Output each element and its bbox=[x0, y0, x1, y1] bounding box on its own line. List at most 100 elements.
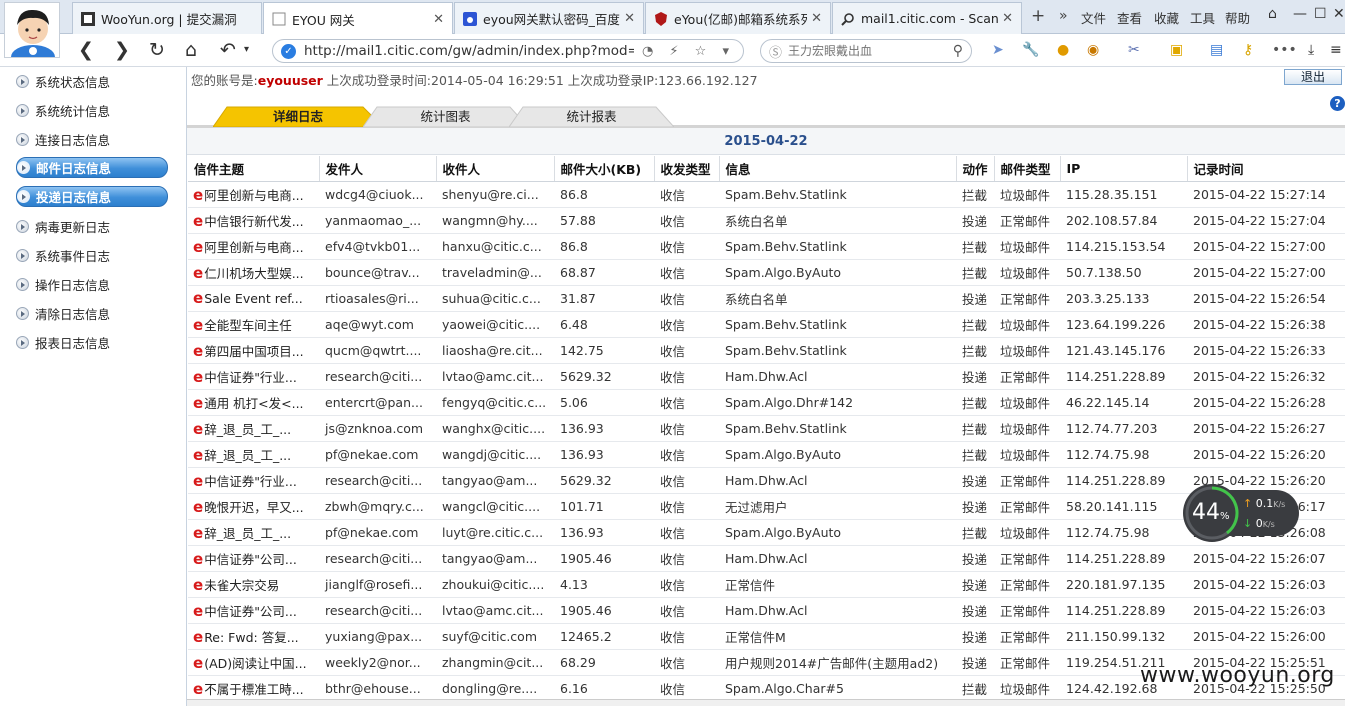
undo-icon[interactable]: ↶ bbox=[220, 39, 236, 61]
tab-stat-reports[interactable]: 统计报表 bbox=[509, 106, 674, 127]
table-row[interactable]: e中信证券"行业... research@citi... lvtao@amc.cit… bbox=[188, 363, 1345, 390]
skin-shirt-icon[interactable]: ⌂ bbox=[1268, 6, 1277, 22]
mail-subject[interactable]: 未雀大宗交易 bbox=[204, 578, 279, 593]
close-tab-icon[interactable]: ✕ bbox=[624, 11, 635, 26]
table-row[interactable]: e中信证券"公司... research@citi... lvtao@amc.cit… bbox=[188, 597, 1345, 624]
maximize-icon[interactable]: ☐ bbox=[1314, 6, 1327, 22]
mail-subject[interactable]: 第四届中国项目... bbox=[204, 344, 303, 359]
address-bar[interactable]: ✓ http://mail1.citic.com/gw/admin/index.… bbox=[272, 39, 744, 63]
eye-icon[interactable]: ◉ bbox=[1087, 42, 1099, 58]
menu-view[interactable]: 查看 bbox=[1117, 8, 1142, 27]
mail-subject[interactable]: 阿里创新与电商... bbox=[204, 240, 303, 255]
mail-subject[interactable]: 中信银行新代发... bbox=[204, 214, 303, 229]
mail-subject[interactable]: (AD)阅读让中国... bbox=[204, 656, 306, 671]
mail-subject[interactable]: 中信证券"公司... bbox=[204, 604, 297, 619]
tab-eyou-gateway[interactable]: EYOU 网关 ✕ bbox=[263, 2, 453, 35]
help-question-icon[interactable]: ? bbox=[1330, 96, 1345, 111]
table-row[interactable]: e全能型车间主任 aqe@wyt.com yaowei@citic.... 6.48 收… bbox=[188, 311, 1345, 338]
sidebar-item-system-event-log[interactable]: 系统事件日志 bbox=[16, 245, 168, 265]
mail-subject[interactable]: 辞_退_员_工_... bbox=[204, 422, 291, 437]
table-row[interactable]: e阿里创新与电商... wdcg4@ciuok... shenyu@re.ci...… bbox=[188, 181, 1345, 208]
minimize-icon[interactable]: — bbox=[1293, 6, 1307, 22]
mail-subject[interactable]: 阿里创新与电商... bbox=[204, 188, 303, 203]
close-tab-icon[interactable]: ✕ bbox=[811, 11, 822, 26]
sidebar-item-virus-update-log[interactable]: 病毒更新日志 bbox=[16, 216, 168, 236]
user-avatar[interactable] bbox=[4, 2, 60, 58]
table-row[interactable]: e辞_退_员_工_... js@znknoa.com wanghx@citic...… bbox=[188, 415, 1345, 442]
network-speed-widget[interactable]: 44% ↑ 0.1K/s ↓ 0K/s bbox=[1183, 484, 1301, 542]
mail-subject[interactable]: 辞_退_员_工_... bbox=[204, 526, 291, 541]
menu-tools[interactable]: 工具 bbox=[1190, 8, 1215, 27]
sidebar-item-delivery-log[interactable]: 投递日志信息 bbox=[16, 186, 168, 207]
download-icon[interactable]: ⤓ bbox=[1308, 42, 1314, 58]
search-icon[interactable]: ⚲ bbox=[953, 43, 963, 59]
menu-file[interactable]: 文件 bbox=[1081, 8, 1106, 27]
translate-icon[interactable]: ▤ bbox=[1210, 42, 1223, 58]
logout-button[interactable]: 退出 bbox=[1284, 69, 1342, 85]
mail-subject[interactable]: 中信证券"公司... bbox=[204, 552, 297, 567]
cursor-tool-icon[interactable]: ➤ bbox=[992, 42, 1004, 58]
table-row[interactable]: e未雀大宗交易 jianglf@rosefi... zhoukui@citic...… bbox=[188, 571, 1345, 598]
search-input[interactable] bbox=[788, 44, 953, 58]
more-dots-icon[interactable]: ••• bbox=[1272, 42, 1297, 58]
sidebar-item-mail-log[interactable]: 邮件日志信息 bbox=[16, 157, 168, 178]
close-window-icon[interactable]: ✕ bbox=[1333, 6, 1345, 22]
key-icon[interactable]: ⚷ bbox=[1243, 42, 1253, 58]
home-icon[interactable]: ⌂ bbox=[185, 39, 197, 61]
close-tab-icon[interactable]: ✕ bbox=[433, 12, 444, 27]
mail-subject[interactable]: 中信证券"行业... bbox=[204, 474, 297, 489]
sidebar-item-clear-log[interactable]: 清除日志信息 bbox=[16, 303, 168, 323]
mail-subject[interactable]: 全能型车间主任 bbox=[204, 318, 292, 333]
table-row[interactable]: e第四届中国项目... qucm@qwtrt.... liaosha@re.cit.… bbox=[188, 337, 1345, 364]
mail-subject[interactable]: 辞_退_员_工_... bbox=[204, 448, 291, 463]
menu-hamburger-icon[interactable]: ≡ bbox=[1330, 42, 1342, 58]
menu-help[interactable]: 帮助 bbox=[1225, 8, 1250, 27]
tab-wooyun[interactable]: WooYun.org | 提交漏洞 bbox=[72, 2, 262, 34]
table-row[interactable]: e通用 机打<发<... entercrt@pan... fengyq@citic.… bbox=[188, 389, 1345, 416]
close-tab-icon[interactable]: ✕ bbox=[1002, 11, 1013, 26]
search-box[interactable]: Ⓢ ⚲ bbox=[760, 39, 972, 63]
table-row[interactable]: e阿里创新与电商... efv4@tvkb01... hanxu@citic.c..… bbox=[188, 233, 1345, 260]
tab-detailed-log[interactable]: 详细日志 bbox=[213, 106, 383, 127]
undo-dropdown-chevron-icon[interactable]: ▾ bbox=[244, 39, 249, 61]
table-row[interactable]: eRe: Fwd: 答复... yuxiang@pax... suyf@citic.… bbox=[188, 623, 1345, 650]
back-arrow-icon[interactable]: ❮ bbox=[78, 39, 94, 61]
mail-subject[interactable]: Sale Event ref... bbox=[204, 291, 302, 306]
table-row[interactable]: eSale Event ref... rtioasales@ri... suhua@… bbox=[188, 285, 1345, 312]
table-row[interactable]: e仁川机场大型娱... bounce@trav... traveladmin@...… bbox=[188, 259, 1345, 286]
table-row[interactable]: e中信证券"公司... research@citi... tangyao@am...… bbox=[188, 545, 1345, 572]
forward-arrow-icon[interactable]: ❯ bbox=[114, 39, 130, 61]
address-bar-action-icons[interactable]: ◔ ⚡ ☆ ▾ bbox=[642, 44, 735, 59]
new-tab-plus-icon[interactable]: + bbox=[1031, 6, 1045, 26]
table-row[interactable]: e中信银行新代发... yanmaomao_... wangmn@hy.... 57.… bbox=[188, 207, 1345, 234]
table-row[interactable]: e辞_退_员_工_... pf@nekae.com wangdj@citic....… bbox=[188, 441, 1345, 468]
mail-subject[interactable]: Re: Fwd: 答复... bbox=[204, 630, 298, 645]
table-row[interactable]: e中信证券"行业... research@citi... tangyao@am...… bbox=[188, 467, 1345, 494]
menu-favorites[interactable]: 收藏 bbox=[1154, 8, 1179, 27]
screenshot-icon[interactable]: ▣ bbox=[1170, 42, 1183, 58]
tab-baidu-search[interactable]: eyou网关默认密码_百度搜 ✕ bbox=[454, 2, 644, 34]
wrench-icon[interactable]: 🔧 bbox=[1022, 42, 1039, 58]
sidebar-item-connection-log[interactable]: 连接日志信息 bbox=[16, 129, 168, 149]
mail-subject[interactable]: 不属于標准工時... bbox=[204, 682, 303, 697]
tab-stat-charts[interactable]: 统计图表 bbox=[363, 106, 528, 127]
email-e-icon: e bbox=[193, 549, 204, 568]
coin-icon[interactable]: ● bbox=[1057, 42, 1069, 58]
url-text[interactable]: http://mail1.citic.com/gw/admin/index.ph… bbox=[304, 43, 634, 59]
sidebar-item-system-status[interactable]: 系统状态信息 bbox=[16, 71, 168, 91]
mail-subject[interactable]: 晚恨开迟，早又... bbox=[204, 500, 303, 515]
sidebar-item-system-stats[interactable]: 系统统计信息 bbox=[16, 100, 168, 120]
sidebar-item-report-log[interactable]: 报表日志信息 bbox=[16, 332, 168, 352]
sidebar-item-operation-log[interactable]: 操作日志信息 bbox=[16, 274, 168, 294]
mail-subject[interactable]: 仁川机场大型娱... bbox=[204, 266, 303, 281]
tab-overflow-chevron-icon[interactable]: » bbox=[1059, 8, 1068, 24]
reload-icon[interactable]: ↻ bbox=[149, 39, 165, 61]
table-row[interactable]: e晚恨开迟，早又... zbwh@mqry.c... wangcl@citic...… bbox=[188, 493, 1345, 520]
mail-subject[interactable]: 通用 机打<发<... bbox=[204, 396, 303, 411]
mail-subject[interactable]: 中信证券"行业... bbox=[204, 370, 297, 385]
scissors-icon[interactable]: ✂ bbox=[1128, 42, 1140, 58]
tab-scan-report[interactable]: mail1.citic.com - Scan R ✕ bbox=[832, 2, 1022, 34]
table-row[interactable]: e辞_退_员_工_... pf@nekae.com luyt@re.citic.c.… bbox=[188, 519, 1345, 546]
tab-eyou-vuln[interactable]: eYou(亿邮)邮箱系统系列 ✕ bbox=[645, 2, 831, 34]
search-engine-icon[interactable]: Ⓢ bbox=[769, 42, 782, 61]
